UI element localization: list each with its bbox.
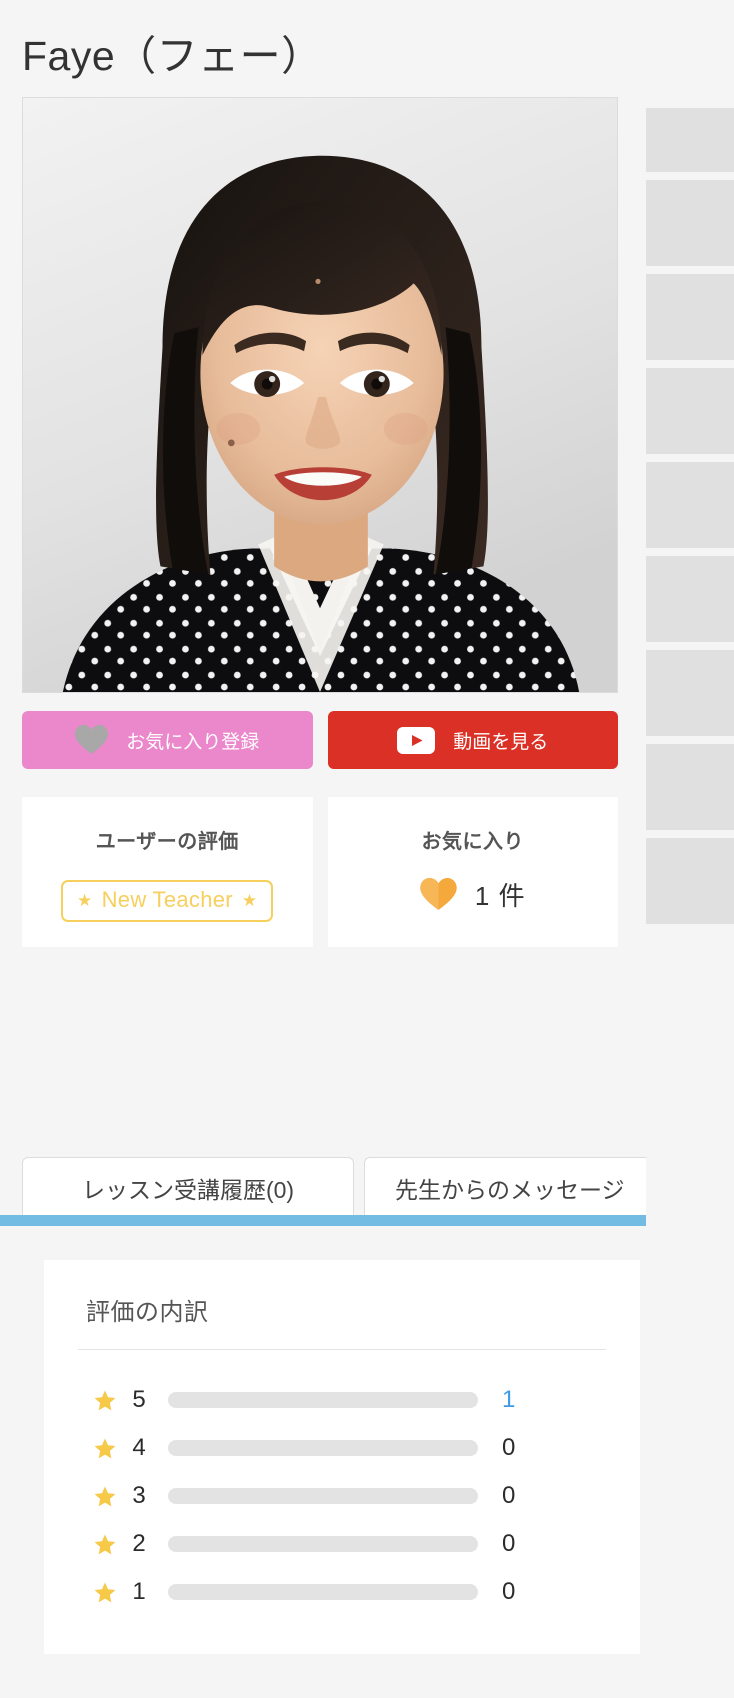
new-teacher-badge: ★ New Teacher ★ — [61, 880, 274, 923]
star-icon — [94, 1485, 116, 1507]
rating-count: 0 — [502, 1530, 516, 1557]
rating-bar-track — [168, 1584, 478, 1600]
add-favorite-button[interactable]: お気に入り登録 — [22, 711, 313, 770]
sidebar-placeholder-block[interactable] — [646, 368, 734, 454]
rating-star-label: 1 — [132, 1578, 146, 1605]
tab-lesson-history-label: レッスン受講履歴(0) — [81, 1176, 295, 1203]
rating-row[interactable]: 4 0 — [78, 1424, 606, 1472]
rating-row[interactable]: 3 0 — [78, 1472, 606, 1520]
heart-icon — [420, 878, 457, 911]
sidebar-placeholder-block[interactable] — [646, 650, 734, 736]
sidebar-placeholder-block[interactable] — [646, 556, 734, 642]
rating-bar-track — [168, 1440, 478, 1456]
star-icon — [94, 1389, 116, 1411]
favorites-count-row: 1 件 — [420, 876, 526, 913]
favorites-card: お気に入り 1 件 — [327, 797, 618, 948]
rating-star-label: 3 — [132, 1482, 146, 1509]
divider — [78, 1349, 606, 1350]
rating-row[interactable]: 2 0 — [78, 1520, 606, 1568]
rating-row[interactable]: 1 0 — [78, 1568, 606, 1616]
rating-row[interactable]: 5 1 — [78, 1376, 606, 1424]
rating-bar-track — [168, 1392, 478, 1408]
sidebar-placeholder-block[interactable] — [646, 274, 734, 360]
favorites-count-value: 1 件 — [474, 881, 526, 912]
rating-bar-track — [168, 1488, 478, 1504]
star-icon — [94, 1437, 116, 1459]
add-favorite-label: お気に入り登録 — [126, 731, 260, 753]
right-sidebar — [646, 0, 734, 1698]
watch-video-label: 動画を見る — [453, 731, 549, 753]
tab-teacher-message[interactable]: 先生からのメッセージ — [364, 1157, 656, 1217]
badge-star-left-icon: ★ — [77, 890, 93, 910]
rating-star-label: 2 — [132, 1530, 146, 1557]
sidebar-placeholder-block[interactable] — [646, 744, 734, 830]
profile-page: Faye（フェー） お気に入り登録 動画を見る ユーザーの評価 ★ New Te… — [0, 0, 734, 1698]
rating-count: 0 — [502, 1578, 516, 1605]
stat-card-row: ユーザーの評価 ★ New Teacher ★ お気に入り 1 件 — [22, 797, 618, 948]
teacher-portrait-image — [23, 98, 617, 693]
user-rating-card-title: ユーザーの評価 — [95, 831, 239, 854]
rating-count[interactable]: 1 — [502, 1386, 515, 1414]
rating-count: 0 — [502, 1482, 516, 1509]
tab-teacher-message-label: 先生からのメッセージ — [395, 1176, 625, 1203]
heart-icon — [75, 725, 109, 755]
rating-count: 0 — [502, 1434, 516, 1461]
tab-lesson-history[interactable]: レッスン受講履歴(0) — [22, 1157, 354, 1217]
badge-star-right-icon: ★ — [241, 890, 258, 910]
sidebar-placeholder-block[interactable] — [646, 462, 734, 548]
rating-star-label: 4 — [132, 1434, 146, 1461]
action-button-row: お気に入り登録 動画を見る — [22, 711, 618, 770]
sidebar-placeholder-block[interactable] — [646, 180, 734, 266]
user-rating-card: ユーザーの評価 ★ New Teacher ★ — [22, 797, 313, 948]
tab-active-underline — [0, 1215, 734, 1226]
profile-photo[interactable] — [22, 97, 618, 694]
sidebar-placeholder-block[interactable] — [646, 838, 734, 924]
tab-bar: レッスン受講履歴(0) 先生からのメッセージ — [22, 1157, 734, 1217]
star-icon — [94, 1581, 116, 1603]
rating-star-label: 5 — [132, 1386, 146, 1413]
youtube-play-icon — [397, 726, 436, 754]
new-teacher-badge-label: New Teacher — [101, 887, 233, 913]
watch-video-button[interactable]: 動画を見る — [327, 711, 618, 770]
star-icon — [94, 1533, 116, 1555]
page-title: Faye（フェー） — [22, 33, 323, 79]
rating-breakdown-panel: 評価の内訳 5 1 4 0 3 0 2 0 1 0 — [44, 1260, 640, 1654]
rating-breakdown-title: 評価の内訳 — [86, 1299, 209, 1326]
rating-bar-track — [168, 1536, 478, 1552]
sidebar-placeholder-block[interactable] — [646, 108, 734, 172]
favorites-card-title: お気に入り — [421, 831, 524, 854]
tab-list: レッスン受講履歴(0) 先生からのメッセージ — [22, 1157, 734, 1217]
